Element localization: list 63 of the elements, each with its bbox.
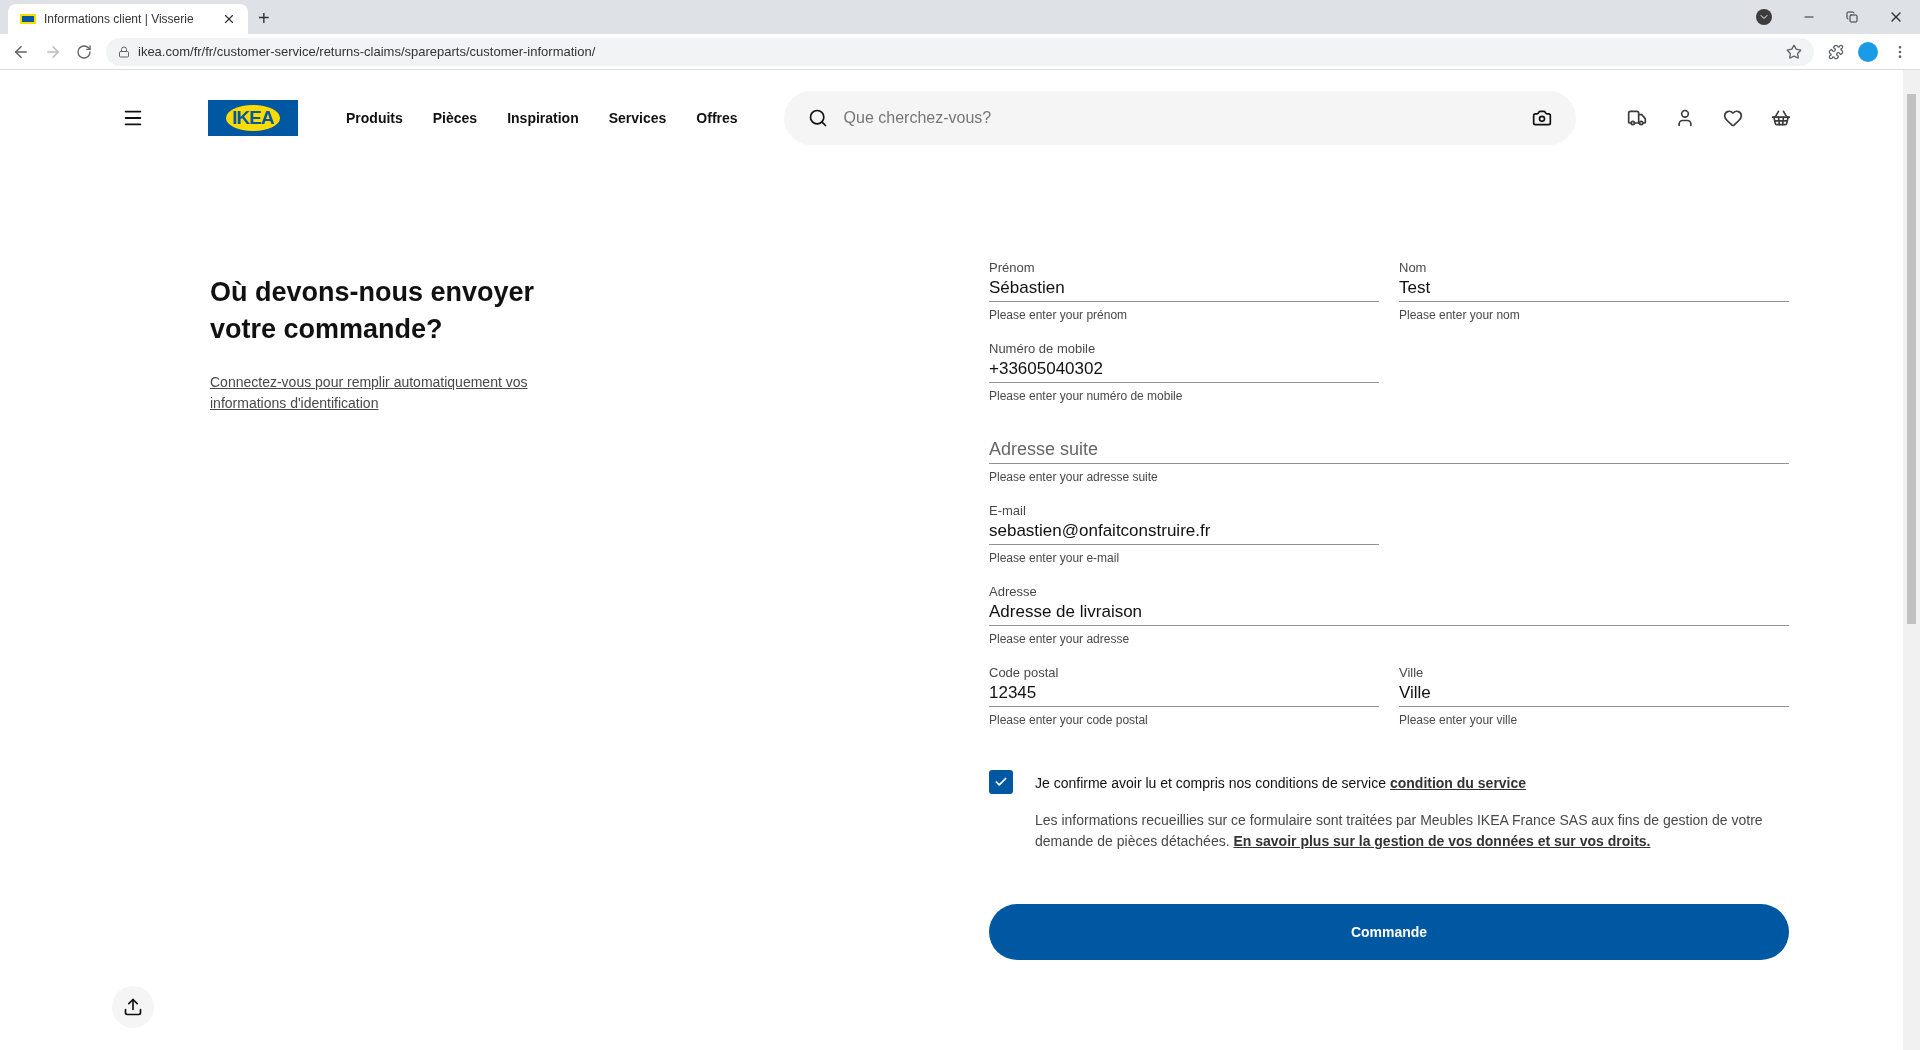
close-icon[interactable] bbox=[222, 12, 236, 26]
input-field[interactable]: Sébastien bbox=[989, 274, 1379, 302]
consent-text: Je confirme avoir lu et compris nos conditions de service bbox=[1035, 774, 1386, 793]
new-tab-button[interactable]: + bbox=[258, 8, 270, 28]
input-field[interactable]: Adresse suite bbox=[989, 436, 1789, 464]
helper-text: Please enter your ville bbox=[1399, 714, 1519, 726]
nav-link[interactable]: Produits bbox=[346, 107, 403, 129]
input-field[interactable]: +33605040302 bbox=[989, 355, 1379, 383]
helper-text: Please enter your nom bbox=[1399, 309, 1521, 321]
field-label: E-mail bbox=[989, 504, 1026, 517]
browser-tab[interactable]: Informations client | Visserie bbox=[8, 4, 248, 34]
bookmark-star-icon[interactable] bbox=[1786, 43, 1802, 60]
profile-icon[interactable] bbox=[1858, 41, 1878, 62]
search-field[interactable]: Que cherchez-vous? bbox=[783, 91, 1576, 145]
order-button[interactable]: Commande bbox=[989, 904, 1789, 960]
url-text: ikea.com/fr/fr/customer-service/returns-claims/spareparts/customer-information/ bbox=[138, 42, 597, 61]
lock-icon bbox=[118, 45, 130, 58]
terms-link[interactable]: condition du service bbox=[1389, 773, 1527, 794]
share-button[interactable] bbox=[112, 986, 154, 1028]
login-link[interactable]: Connectez-vous pour remplir automatiquement vos informations d'identification bbox=[210, 372, 570, 414]
field-label: Nom bbox=[1399, 261, 1427, 274]
upload-icon bbox=[123, 997, 143, 1017]
checkbox[interactable] bbox=[989, 770, 1013, 794]
field-label: Prénom bbox=[989, 261, 1035, 274]
check-icon bbox=[994, 775, 1008, 789]
nav-link[interactable]: Pièces bbox=[432, 107, 478, 129]
logo[interactable]: IKEA bbox=[208, 100, 298, 136]
favicon-icon bbox=[20, 14, 36, 24]
page-heading: Où devons-nous envoyer votre commande? bbox=[210, 276, 536, 346]
helper-text: Please enter your prénom bbox=[989, 309, 1129, 321]
helper-text: Please enter your adresse bbox=[989, 633, 1131, 645]
address-bar[interactable]: ikea.com/fr/fr/customer-service/returns-claims/spareparts/customer-information/ bbox=[106, 37, 1814, 66]
search-icon bbox=[807, 108, 828, 128]
input-field[interactable]: sebastien@onfaitconstruire.fr bbox=[989, 517, 1379, 545]
privacy-link[interactable]: En savoir plus sur la gestion de vos données et sur vos droits. bbox=[1233, 833, 1651, 849]
restore-icon[interactable] bbox=[1846, 11, 1858, 23]
extensions-icon[interactable] bbox=[1828, 43, 1844, 60]
search-input[interactable]: Que cherchez-vous? bbox=[843, 106, 1516, 130]
privacy-notice: Les informations recueillies sur ce formulaire sont traitées par Meubles IKEA France SAS aux fins de gestion de votre demande de pièces détachées. En savoir plus sur la gestion de vos données et sur vos droits. bbox=[1035, 811, 1764, 851]
field-label: Ville bbox=[1399, 666, 1424, 679]
field-label: Code postal bbox=[989, 666, 1059, 679]
truck-icon[interactable] bbox=[1627, 108, 1647, 128]
nav-link[interactable]: Services bbox=[608, 107, 667, 129]
scrollbar[interactable] bbox=[1903, 70, 1920, 1050]
camera-icon[interactable] bbox=[1531, 108, 1552, 128]
reload-icon[interactable] bbox=[76, 43, 92, 60]
helper-text: Please enter your e-mail bbox=[989, 552, 1121, 564]
tab-search-icon[interactable] bbox=[1756, 9, 1772, 25]
field-label: Adresse bbox=[989, 585, 1037, 598]
nav-link[interactable]: Inspiration bbox=[507, 107, 579, 129]
tab-title: Informations client | Visserie bbox=[44, 11, 195, 28]
user-icon[interactable] bbox=[1675, 108, 1695, 128]
helper-text: Please enter your numéro de mobile bbox=[989, 390, 1184, 402]
heart-icon[interactable] bbox=[1723, 108, 1743, 128]
input-field[interactable]: Adresse de livraison bbox=[989, 598, 1789, 626]
helper-text: Please enter your adresse suite bbox=[989, 471, 1159, 483]
helper-text: Please enter your code postal bbox=[989, 714, 1149, 726]
nav-link[interactable]: Offres bbox=[696, 107, 738, 129]
field-label: Numéro de mobile bbox=[989, 342, 1096, 355]
input-field[interactable]: 12345 bbox=[989, 679, 1379, 707]
input-field[interactable]: Ville bbox=[1399, 679, 1789, 707]
basket-icon[interactable] bbox=[1771, 108, 1791, 128]
input-field[interactable]: Test bbox=[1399, 274, 1789, 302]
